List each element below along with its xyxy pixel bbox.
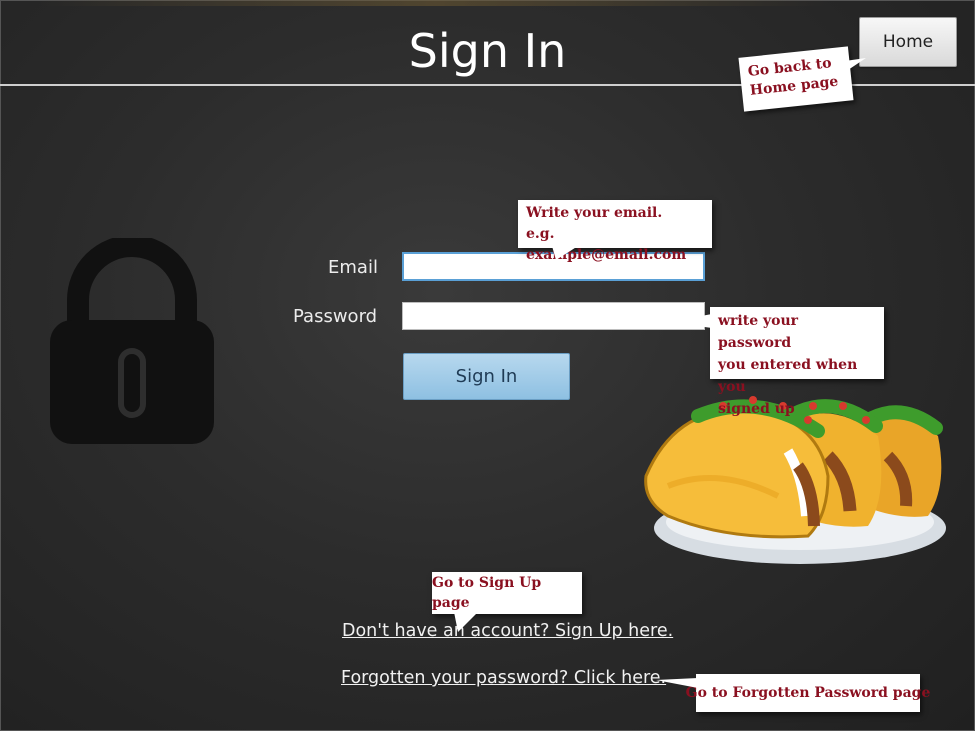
email-annotation: Write your email. e.g. example@email.com [518,200,712,263]
sign-up-link[interactable]: Don't have an account? Sign Up here. [342,621,673,641]
forgot-annotation: Go to Forgotten Password page [686,674,930,712]
forgot-password-link[interactable]: Forgotten your password? Click here. [341,668,666,688]
password-label: Password [293,306,378,327]
home-annotation: Go back to Home page [738,46,854,112]
sign-in-button[interactable]: Sign In [403,353,570,400]
password-annotation-line-2: you entered when you [718,357,858,395]
email-annotation-pointer [552,246,578,260]
email-annotation-line-1: Write your email. [526,205,663,221]
password-field[interactable] [402,302,705,330]
forgot-annotation-pointer [656,678,698,688]
signup-annotation: Go to Sign Up page [432,572,582,614]
lock-icon [50,238,214,444]
password-annotation-pointer [668,314,712,328]
password-annotation-line-1: write your password [718,313,799,351]
password-annotation-line-3: signed up [718,401,795,417]
home-button[interactable]: Home [859,17,957,67]
signup-annotation-pointer [454,612,478,632]
top-glow [40,0,830,6]
password-annotation: write your password you entered when you… [710,307,884,417]
email-label: Email [328,257,378,278]
home-annotation-pointer [838,58,866,74]
